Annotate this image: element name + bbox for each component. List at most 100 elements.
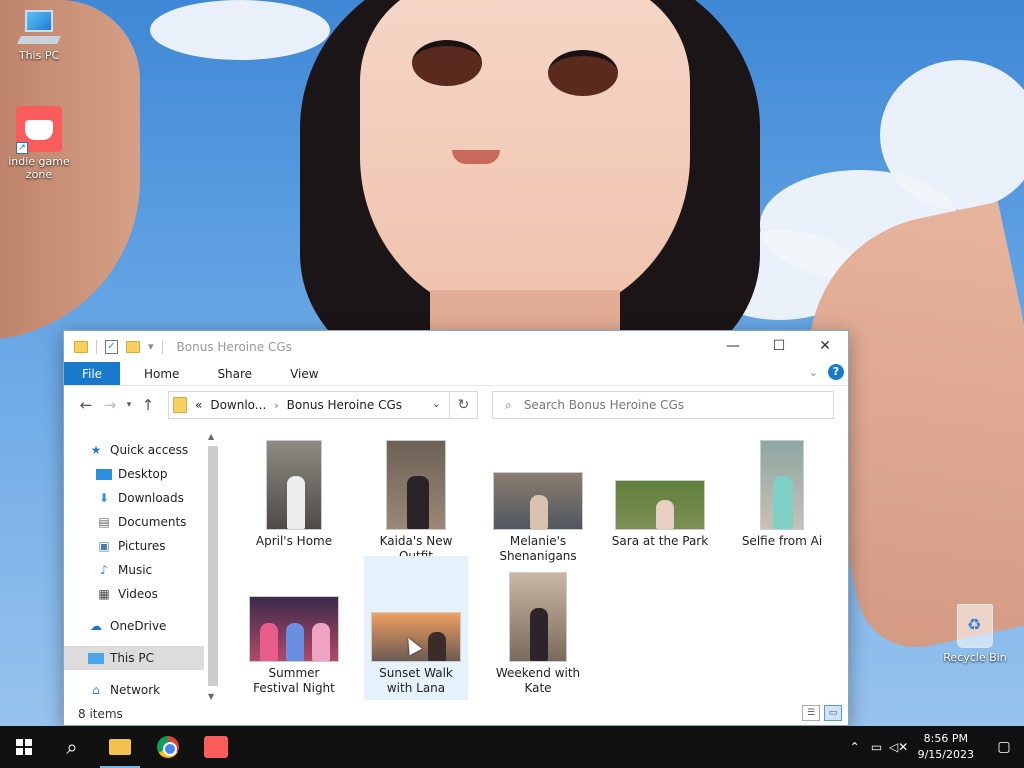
- navpane-scrollbar[interactable]: ▲ ▼: [206, 428, 220, 703]
- details-view-button[interactable]: ☰: [802, 705, 820, 721]
- item-count: 8 items: [78, 707, 123, 721]
- nav-quick-access[interactable]: ★ Quick access: [64, 438, 220, 462]
- desktop-icon: [96, 468, 112, 480]
- nav-music[interactable]: ♪ Music: [64, 558, 220, 582]
- folder-icon: [173, 397, 187, 413]
- nav-network[interactable]: ⌂ Network: [64, 678, 220, 702]
- nav-pictures[interactable]: ▣ Pictures ✎: [64, 534, 220, 558]
- notification-center-icon[interactable]: ▢: [984, 739, 1024, 755]
- customize-quick-access-icon[interactable]: ▾: [148, 340, 154, 353]
- nav-desktop[interactable]: Desktop ✎: [64, 462, 220, 486]
- tab-home[interactable]: Home: [130, 362, 193, 385]
- chevron-up-icon[interactable]: ⌃: [844, 740, 866, 754]
- folder-icon: [109, 739, 131, 755]
- search-icon: ⌕: [66, 735, 78, 759]
- tab-file[interactable]: File: [64, 362, 120, 385]
- file-name: Weekend with Kate: [495, 666, 581, 695]
- taskbar-file-explorer[interactable]: [96, 726, 144, 768]
- breadcrumb-current[interactable]: Bonus Heroine CGs: [287, 398, 402, 412]
- image-thumbnail: [493, 472, 583, 530]
- properties-icon[interactable]: ✓: [105, 339, 118, 354]
- clock-time: 8:56 PM: [923, 732, 968, 745]
- breadcrumb-overflow[interactable]: «: [195, 398, 202, 412]
- system-tray: ⌃ ▭ ◁✕ 8:56 PM 9/15/2023 ▢: [844, 726, 1024, 768]
- taskbar-indie-game-zone[interactable]: [192, 726, 240, 768]
- desktop-icon-label: Recycle Bin: [943, 651, 1007, 664]
- status-bar: 8 items ☰ ▭: [64, 703, 848, 725]
- network-icon: ⌂: [92, 683, 100, 697]
- file-name: Summer Festival Night: [253, 666, 335, 695]
- file-name: Selfie from Ai: [741, 534, 823, 548]
- chrome-icon: [157, 736, 179, 758]
- desktop-icon-this-pc[interactable]: This PC: [4, 10, 74, 62]
- search-icon: ⌕: [505, 397, 512, 412]
- navigation-pane: ★ Quick access Desktop ✎ ⬇ Downloads ✎ ▤…: [64, 424, 220, 703]
- nav-videos[interactable]: ▦ Videos: [64, 582, 220, 606]
- refresh-button[interactable]: ↻: [449, 392, 477, 418]
- search-input[interactable]: ⌕ Search Bonus Heroine CGs: [492, 391, 834, 419]
- file-item[interactable]: Selfie from Ai: [730, 424, 834, 553]
- computer-icon: [88, 652, 104, 664]
- ribbon-tabs: File Home Share View ⌄ ?: [64, 362, 848, 386]
- document-icon: ▤: [98, 515, 110, 529]
- desktop-icon-indie-game-zone[interactable]: ↗ indie game zone: [4, 106, 74, 181]
- forward-button[interactable]: →: [98, 396, 122, 414]
- download-arrow-icon: ⬇: [98, 491, 110, 505]
- image-thumbnail: [266, 440, 322, 530]
- music-note-icon: ♪: [100, 563, 108, 577]
- file-list: April's Home Kaida's New Outfit Melanie'…: [220, 424, 848, 703]
- image-thumbnail: [386, 440, 446, 530]
- file-item[interactable]: Kaida's New Outfit: [364, 424, 468, 568]
- address-bar[interactable]: « Downlo... › Bonus Heroine CGs ⌄ ↻: [168, 391, 478, 419]
- network-icon[interactable]: ▭: [866, 740, 888, 754]
- film-icon: ▦: [98, 587, 110, 601]
- back-button[interactable]: ←: [74, 396, 98, 414]
- image-thumbnail: [249, 596, 339, 662]
- expand-ribbon-icon[interactable]: ⌄: [809, 366, 818, 379]
- file-item[interactable]: April's Home: [242, 424, 346, 553]
- file-item[interactable]: Weekend with Kate: [486, 556, 590, 700]
- volume-muted-icon[interactable]: ◁✕: [888, 740, 910, 754]
- file-item[interactable]: Sara at the Park: [608, 424, 712, 553]
- title-bar[interactable]: ✓ ▾ Bonus Heroine CGs — ☐ ✕: [64, 331, 848, 362]
- scroll-down-icon[interactable]: ▼: [208, 692, 214, 701]
- recent-locations-icon[interactable]: ▾: [122, 400, 136, 410]
- window-title: Bonus Heroine CGs: [176, 339, 292, 354]
- tab-share[interactable]: Share: [203, 362, 266, 385]
- nav-downloads[interactable]: ⬇ Downloads ✎: [64, 486, 220, 510]
- shortcut-arrow-icon: ↗: [16, 142, 28, 154]
- recycle-bin-icon: [957, 604, 993, 648]
- chevron-down-icon[interactable]: ⌄: [432, 397, 441, 410]
- file-name: Sunset Walk with Lana: [379, 666, 453, 695]
- desktop-icon-label: indie game zone: [8, 155, 70, 181]
- clock[interactable]: 8:56 PM 9/15/2023: [918, 731, 974, 763]
- scrollbar-thumb[interactable]: [208, 446, 218, 686]
- nav-documents[interactable]: ▤ Documents ✎: [64, 510, 220, 534]
- gamepad-app-icon: ↗: [16, 106, 62, 154]
- start-button[interactable]: [0, 726, 48, 768]
- desktop-icon-recycle-bin[interactable]: Recycle Bin: [940, 604, 1010, 664]
- file-explorer-window[interactable]: ✓ ▾ Bonus Heroine CGs — ☐ ✕ File Home Sh…: [63, 330, 849, 726]
- navigation-bar: ← → ▾ ↑ « Downlo... › Bonus Heroine CGs …: [64, 386, 848, 424]
- close-button[interactable]: ✕: [802, 331, 848, 361]
- windows-logo-icon: [16, 739, 32, 755]
- nav-onedrive[interactable]: ☁ OneDrive: [64, 614, 220, 638]
- new-folder-icon[interactable]: [126, 340, 140, 353]
- file-item-selected[interactable]: Sunset Walk with Lana: [364, 556, 468, 700]
- search-button[interactable]: ⌕: [48, 726, 96, 768]
- file-item[interactable]: Summer Festival Night: [242, 556, 346, 700]
- help-icon[interactable]: ?: [828, 364, 844, 380]
- file-item[interactable]: Melanie's Shenanigans: [486, 424, 590, 568]
- maximize-button[interactable]: ☐: [756, 331, 802, 361]
- nav-this-pc[interactable]: This PC: [64, 646, 204, 670]
- taskbar-chrome[interactable]: [144, 726, 192, 768]
- large-icons-view-button[interactable]: ▭: [824, 705, 842, 721]
- up-button[interactable]: ↑: [136, 396, 160, 414]
- scroll-up-icon[interactable]: ▲: [208, 432, 214, 441]
- pictures-icon: ▣: [98, 539, 110, 553]
- breadcrumb-separator[interactable]: ›: [274, 399, 278, 412]
- minimize-button[interactable]: —: [710, 331, 756, 361]
- breadcrumb-downloads[interactable]: Downlo...: [210, 398, 266, 412]
- gamepad-app-icon: [204, 736, 228, 758]
- tab-view[interactable]: View: [276, 362, 332, 385]
